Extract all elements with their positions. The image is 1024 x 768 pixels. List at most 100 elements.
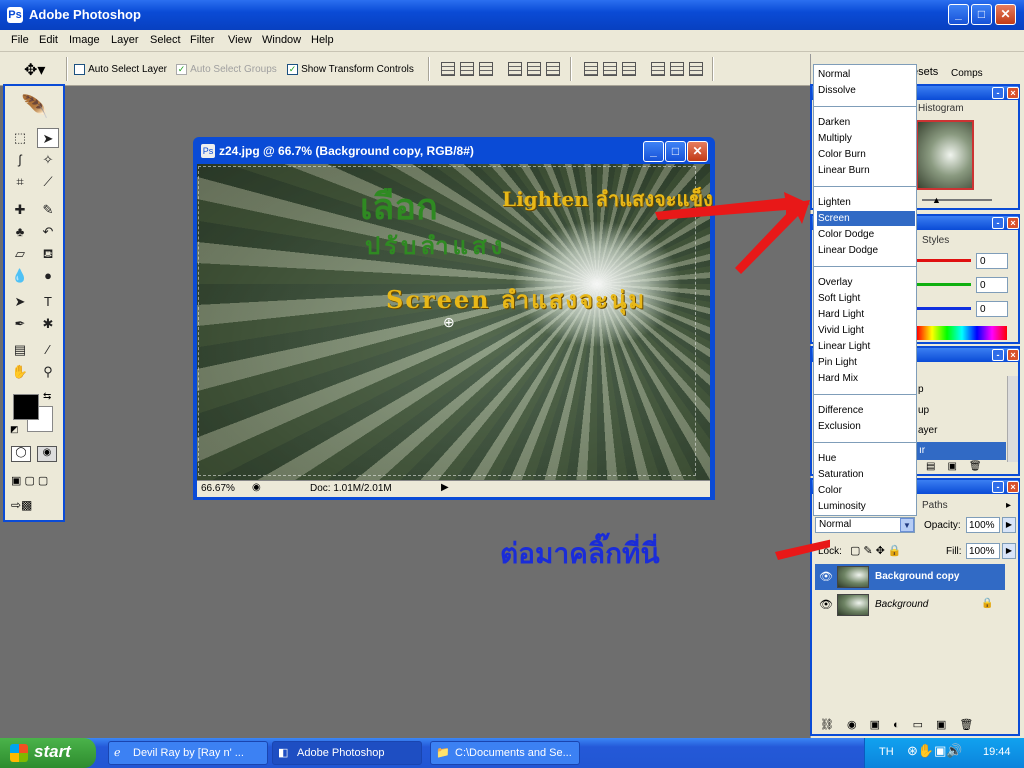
- start-button[interactable]: start: [0, 738, 96, 768]
- zoom-slider-thumb[interactable]: ▲: [932, 195, 941, 205]
- distribute-hcenter-icon[interactable]: [670, 62, 684, 76]
- panel-minimize-button[interactable]: -: [992, 481, 1004, 493]
- panel-close-button[interactable]: ×: [1007, 87, 1019, 99]
- history-item-selected[interactable]: ır: [916, 442, 1006, 460]
- healing-brush-tool-icon[interactable]: ✚: [9, 200, 31, 220]
- language-indicator[interactable]: TH: [879, 746, 894, 758]
- zoom-tool-icon[interactable]: ⚲: [37, 362, 59, 382]
- panel-close-button[interactable]: ×: [1007, 349, 1019, 361]
- maximize-button[interactable]: □: [971, 4, 992, 25]
- lasso-tool-icon[interactable]: ʃ: [9, 150, 31, 170]
- blend-option-multiply[interactable]: Multiply: [817, 131, 915, 146]
- show-transform-controls-option[interactable]: Show Transform Controls: [287, 63, 414, 75]
- panel-close-button[interactable]: ×: [1007, 481, 1019, 493]
- doc-close-button[interactable]: ✕: [687, 141, 708, 162]
- history-scrollbar[interactable]: [1007, 376, 1018, 462]
- blend-mode-dropdown-arrow-icon[interactable]: ▼: [900, 518, 914, 532]
- blend-option-color[interactable]: Color: [817, 483, 915, 498]
- taskbar-item-ie[interactable]: ℯ Devil Ray by [Ray n' ...: [108, 741, 268, 765]
- tab-comps[interactable]: Comps: [951, 68, 983, 79]
- fill-arrow-icon[interactable]: ▶: [1002, 543, 1016, 559]
- align-vcenter-icon[interactable]: [460, 62, 474, 76]
- paint-bucket-tool-icon[interactable]: ⛾: [37, 244, 59, 264]
- standard-mode-icon[interactable]: ◯: [11, 446, 31, 462]
- magic-wand-tool-icon[interactable]: ✧: [37, 150, 59, 170]
- layers-panel-footer-buttons[interactable]: ⛓◉▣◐▭▣🗑: [820, 718, 986, 731]
- blend-option-color-dodge[interactable]: Color Dodge: [817, 227, 915, 242]
- doc-maximize-button[interactable]: □: [665, 141, 686, 162]
- jump-to-imageready-icon[interactable]: ⇨▩: [11, 498, 32, 512]
- blue-slider[interactable]: [917, 307, 971, 310]
- menu-filter[interactable]: Filter: [190, 34, 214, 46]
- doc-minimize-button[interactable]: _: [643, 141, 664, 162]
- minimize-button[interactable]: _: [948, 4, 969, 25]
- blend-option-hard-light[interactable]: Hard Light: [817, 307, 915, 322]
- opacity-arrow-icon[interactable]: ▶: [1002, 517, 1016, 533]
- menu-edit[interactable]: Edit: [39, 34, 58, 46]
- blend-option-linear-dodge[interactable]: Linear Dodge: [817, 243, 915, 258]
- distribute-right-icon[interactable]: [689, 62, 703, 76]
- zoom-level[interactable]: 66.67%: [201, 483, 235, 494]
- status-menu-icon[interactable]: ◉: [252, 482, 261, 493]
- auto-select-layer-checkbox[interactable]: [74, 63, 85, 75]
- blend-option-color-burn[interactable]: Color Burn: [817, 147, 915, 162]
- tab-histogram[interactable]: Histogram: [918, 103, 964, 114]
- crop-tool-icon[interactable]: ⌗: [9, 172, 31, 192]
- blend-option-linear-burn[interactable]: Linear Burn: [817, 163, 915, 178]
- screen-mode-icons[interactable]: ▣ ▢ ▢: [11, 474, 48, 487]
- blend-option-dissolve[interactable]: Dissolve: [817, 83, 915, 98]
- blend-option-exclusion[interactable]: Exclusion: [817, 419, 915, 434]
- blue-value-input[interactable]: [976, 301, 1008, 317]
- green-value-input[interactable]: [976, 277, 1008, 293]
- blend-option-soft-light[interactable]: Soft Light: [817, 291, 915, 306]
- align-right-icon[interactable]: [546, 62, 560, 76]
- tab-styles[interactable]: Styles: [922, 235, 949, 246]
- taskbar-item-explorer[interactable]: 📁 C:\Documents and Se...: [430, 741, 580, 765]
- blend-option-difference[interactable]: Difference: [817, 403, 915, 418]
- slice-tool-icon[interactable]: ⟋: [37, 172, 59, 192]
- histogram-preview-thumbnail[interactable]: [916, 120, 974, 190]
- blend-option-normal[interactable]: Normal: [817, 67, 915, 82]
- panel-minimize-button[interactable]: -: [992, 349, 1004, 361]
- panel-menu-arrow-icon[interactable]: ▸: [1006, 500, 1011, 511]
- dodge-tool-icon[interactable]: ●: [37, 266, 59, 286]
- panel-close-button[interactable]: ×: [1007, 217, 1019, 229]
- fill-input[interactable]: [966, 543, 1000, 559]
- align-hcenter-icon[interactable]: [527, 62, 541, 76]
- eye-visibility-icon[interactable]: 👁: [819, 598, 833, 611]
- blend-option-lighten[interactable]: Lighten: [817, 195, 915, 210]
- menu-help[interactable]: Help: [311, 34, 334, 46]
- menu-select[interactable]: Select: [150, 34, 181, 46]
- history-panel-buttons[interactable]: ▤▣🗑: [926, 461, 994, 472]
- blend-option-saturation[interactable]: Saturation: [817, 467, 915, 482]
- clone-stamp-tool-icon[interactable]: ♣: [9, 222, 31, 242]
- blend-option-screen[interactable]: Screen: [817, 211, 915, 226]
- pen-tool-icon[interactable]: ✒: [9, 314, 31, 334]
- blend-option-pin-light[interactable]: Pin Light: [817, 355, 915, 370]
- align-bottom-icon[interactable]: [479, 62, 493, 76]
- distribute-vcenter-icon[interactable]: [603, 62, 617, 76]
- status-arrow-icon[interactable]: ▶: [441, 482, 449, 493]
- notes-tool-icon[interactable]: ▤: [9, 340, 31, 360]
- taskbar-item-photoshop[interactable]: ◧ Adobe Photoshop: [272, 741, 422, 765]
- blend-option-hue[interactable]: Hue: [817, 451, 915, 466]
- title-bar[interactable]: Ps Adobe Photoshop _ □ ✕: [0, 0, 1024, 30]
- tray-icons[interactable]: ⊛✋▣🔊: [907, 743, 963, 759]
- history-item-partial[interactable]: up: [918, 405, 929, 416]
- menu-view[interactable]: View: [228, 34, 252, 46]
- default-colors-icon[interactable]: ◩: [10, 424, 19, 435]
- distribute-left-icon[interactable]: [651, 62, 665, 76]
- align-left-icon[interactable]: [508, 62, 522, 76]
- blend-option-overlay[interactable]: Overlay: [817, 275, 915, 290]
- eraser-tool-icon[interactable]: ▱: [9, 244, 31, 264]
- menu-window[interactable]: Window: [262, 34, 301, 46]
- opacity-input[interactable]: [966, 517, 1000, 533]
- menu-file[interactable]: File: [11, 34, 29, 46]
- quick-mask-mode-icon[interactable]: ◉: [37, 446, 57, 462]
- marquee-tool-icon[interactable]: ⬚: [9, 128, 31, 148]
- eyedropper-tool-icon[interactable]: ⁄: [37, 340, 59, 360]
- green-slider[interactable]: [917, 283, 971, 286]
- blend-option-hard-mix[interactable]: Hard Mix: [817, 371, 915, 386]
- panel-minimize-button[interactable]: -: [992, 217, 1004, 229]
- blend-option-vivid-light[interactable]: Vivid Light: [817, 323, 915, 338]
